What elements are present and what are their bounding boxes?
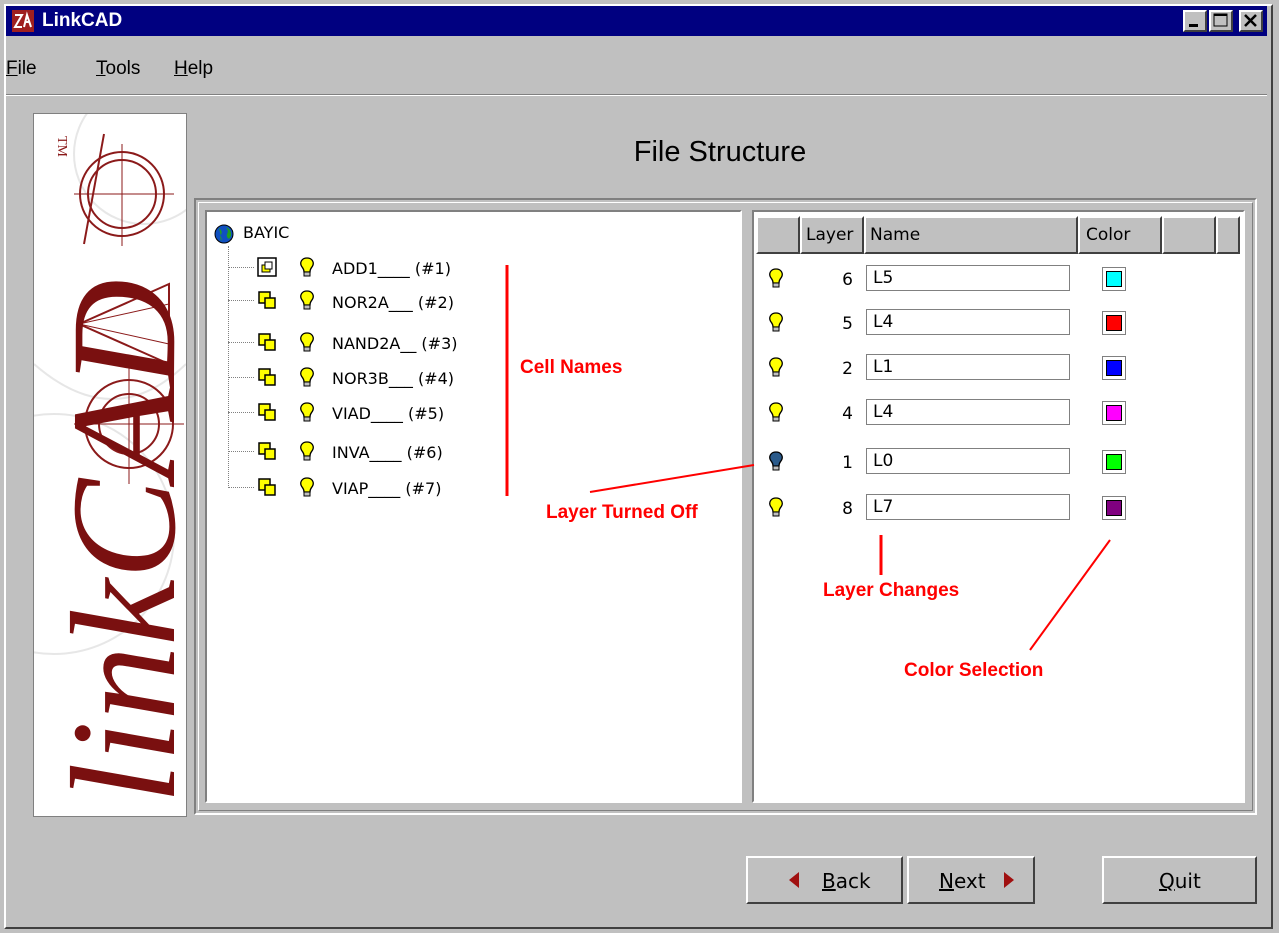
next-accel: N <box>939 869 954 893</box>
next-label: ext <box>953 869 986 893</box>
arrow-left-icon <box>789 872 799 888</box>
annotation-layer-changes: Layer Changes <box>823 580 960 601</box>
back-accel: B <box>822 869 836 893</box>
quit-button[interactable]: Quit <box>1102 856 1257 904</box>
quit-label: uit <box>1174 869 1201 893</box>
annotation-layer-off: Layer Turned Off <box>546 502 698 523</box>
annotation-color-selection: Color Selection <box>904 660 1044 681</box>
back-button[interactable]: Back <box>746 856 903 904</box>
annotation-lines <box>505 265 1111 651</box>
annotation-cell-names: Cell Names <box>520 357 623 378</box>
next-button[interactable]: Next <box>907 856 1035 904</box>
back-label: ack <box>835 869 871 893</box>
arrow-right-icon <box>1004 872 1014 888</box>
quit-accel: Q <box>1159 869 1175 893</box>
